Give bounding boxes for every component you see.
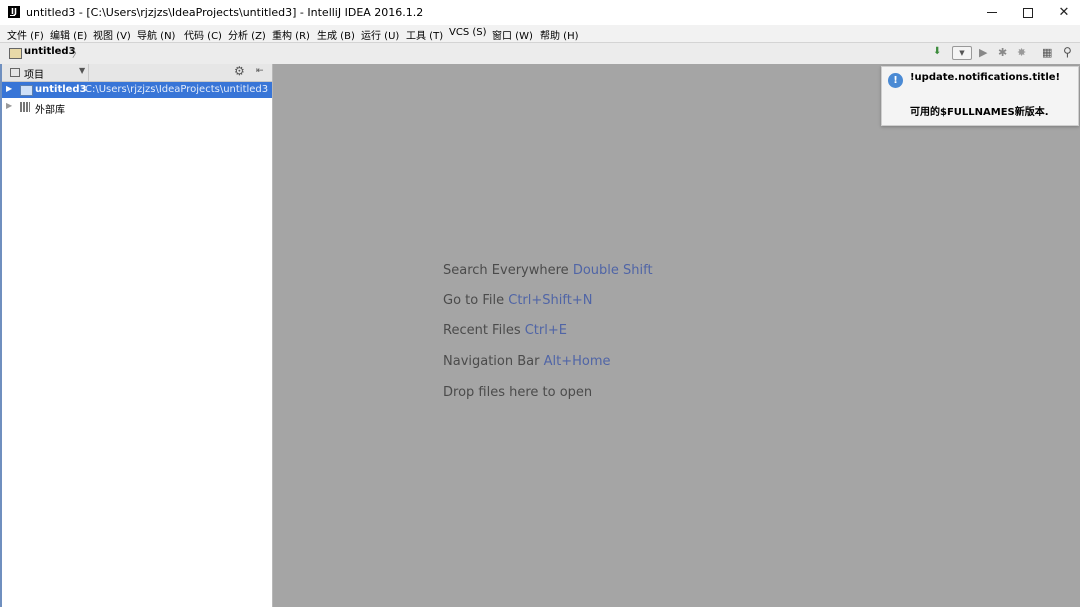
hint-navigation-bar: Navigation Bar Alt+Home — [443, 354, 611, 369]
hint-text: Recent Files — [443, 323, 521, 338]
run-icon[interactable]: ▶ — [979, 46, 987, 59]
update-notification[interactable]: ! !update.notifications.title! 可用的$FULLN… — [881, 66, 1079, 126]
hint-shortcut: Ctrl+E — [524, 323, 567, 338]
expand-arrow-icon[interactable]: ▶ — [6, 101, 12, 110]
window-titlebar: IJ untitled3 - [C:\Users\rjzjzs\IdeaProj… — [0, 0, 1080, 25]
tree-item-label: untitled3 — [35, 84, 87, 95]
hint-recent-files: Recent Files Ctrl+E — [443, 323, 567, 338]
menu-build[interactable]: 生成 (B) — [317, 27, 355, 42]
project-tool-window: 项目 ▼ ⚙ ⇤ ▶ untitled3 C:\Users\rjzjzs\Ide… — [2, 64, 273, 607]
expand-arrow-icon[interactable]: ▶ — [6, 84, 12, 93]
header-divider — [88, 64, 89, 81]
run-config-dropdown[interactable]: ▼ — [952, 46, 972, 60]
search-icon[interactable]: ⚲ — [1063, 45, 1072, 59]
menu-edit[interactable]: 编辑 (E) — [50, 27, 87, 42]
menu-view[interactable]: 视图 (V) — [93, 27, 131, 42]
project-view-icon — [10, 68, 20, 77]
tree-item-label: 外部库 — [35, 105, 65, 116]
menu-bar: 文件 (F) 编辑 (E) 视图 (V) 导航 (N) 代码 (C) 分析 (Z… — [0, 25, 1080, 42]
library-icon — [20, 102, 30, 112]
debug-icon[interactable]: ✱ — [998, 46, 1007, 59]
notification-title: !update.notifications.title! — [910, 72, 1061, 83]
menu-help[interactable]: 帮助 (H) — [540, 27, 579, 42]
navigation-bar: untitled3 〉 ⬇ ▼ ▶ ✱ ✸ ▦ ⚲ — [0, 42, 1080, 65]
build-icon[interactable]: ⬇ — [933, 46, 941, 57]
menu-file[interactable]: 文件 (F) — [7, 27, 44, 42]
menu-vcs[interactable]: VCS (S) — [449, 27, 487, 38]
project-panel-header: 项目 ▼ ⚙ ⇤ — [2, 64, 272, 82]
menu-analyze[interactable]: 分析 (Z) — [228, 27, 266, 42]
project-folder-icon — [9, 48, 22, 59]
maximize-icon — [1023, 7, 1033, 18]
module-folder-icon — [20, 85, 33, 96]
hint-shortcut: Alt+Home — [543, 354, 611, 369]
gear-icon[interactable]: ⚙ — [234, 64, 245, 78]
menu-refactor[interactable]: 重构 (R) — [272, 27, 310, 42]
menu-code[interactable]: 代码 (C) — [184, 27, 222, 42]
intellij-logo-icon: IJ — [8, 6, 20, 18]
tree-item-external-libraries[interactable]: ▶ 外部库 — [2, 99, 272, 116]
hint-text: Drop files here to open — [443, 385, 593, 400]
hint-shortcut: Double Shift — [572, 263, 653, 278]
breadcrumb-chevron-icon: 〉 — [72, 49, 82, 60]
coverage-icon[interactable]: ✸ — [1017, 46, 1026, 59]
hint-drop-files: Drop files here to open — [443, 385, 592, 400]
chevron-down-icon[interactable]: ▼ — [79, 66, 85, 75]
menu-navigate[interactable]: 导航 (N) — [137, 27, 175, 42]
menu-window[interactable]: 窗口 (W) — [492, 27, 533, 42]
notification-body[interactable]: 可用的$FULLNAMES新版本. — [910, 103, 1049, 118]
minimize-icon — [987, 12, 997, 13]
project-structure-icon[interactable]: ▦ — [1042, 46, 1052, 59]
project-view-selector[interactable]: 项目 — [24, 66, 44, 81]
hint-text: Navigation Bar — [443, 354, 540, 369]
menu-tools[interactable]: 工具 (T) — [406, 27, 443, 42]
info-icon: ! — [888, 73, 903, 88]
breadcrumb-project[interactable]: untitled3 — [24, 46, 76, 57]
hint-text: Search Everywhere — [443, 263, 569, 278]
menu-run[interactable]: 运行 (U) — [361, 27, 399, 42]
hint-text: Go to File — [443, 293, 505, 308]
tree-item-path: C:\Users\rjzjzs\IdeaProjects\untitled3 — [85, 84, 269, 95]
hide-panel-icon[interactable]: ⇤ — [256, 66, 264, 76]
hint-search-everywhere: Search Everywhere Double Shift — [443, 263, 653, 278]
editor-empty-area[interactable]: Search Everywhere Double Shift Go to Fil… — [273, 64, 1080, 607]
close-icon: ✕ — [1058, 5, 1070, 20]
window-title: untitled3 - [C:\Users\rjzjzs\IdeaProject… — [26, 6, 424, 19]
close-button[interactable]: ✕ — [1042, 0, 1080, 25]
tree-item-project-root[interactable]: ▶ untitled3 C:\Users\rjzjzs\IdeaProjects… — [2, 82, 272, 98]
hint-shortcut: Ctrl+Shift+N — [508, 293, 593, 308]
hint-go-to-file: Go to File Ctrl+Shift+N — [443, 293, 592, 308]
